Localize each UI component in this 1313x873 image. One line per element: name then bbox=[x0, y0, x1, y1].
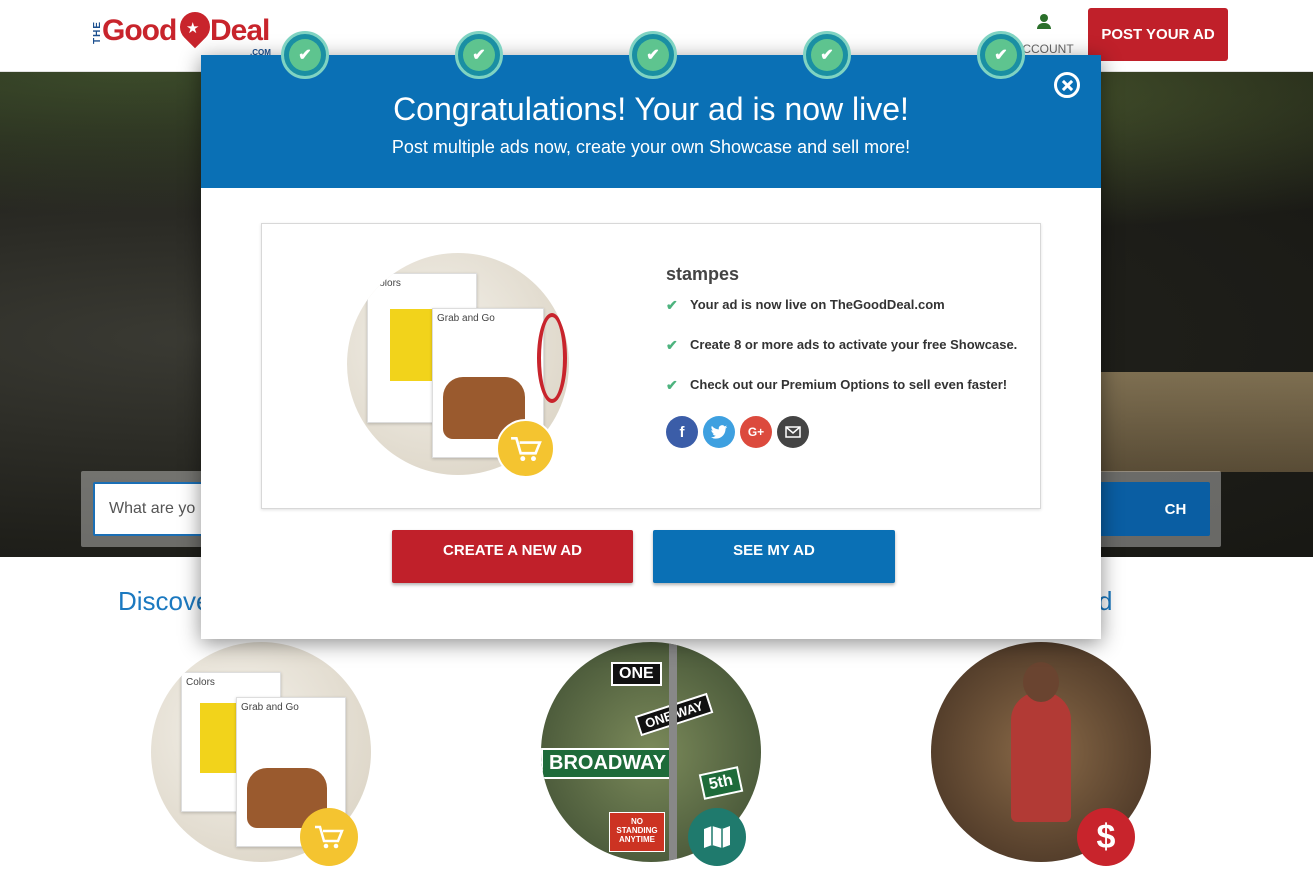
preview-cart-icon bbox=[496, 419, 555, 478]
check-icon: ✔ bbox=[666, 297, 678, 313]
ad-checklist: ✔ Your ad is now live on TheGoodDeal.com … bbox=[666, 296, 1017, 416]
modal-title: Congratulations! Your ad is now live! bbox=[393, 91, 909, 127]
checklist-item: ✔ Create 8 or more ads to activate your f… bbox=[666, 336, 1017, 376]
google-plus-icon[interactable]: G+ bbox=[740, 416, 772, 448]
progress-step-3: ✔ bbox=[629, 31, 677, 79]
step-check-icon: ✔ bbox=[637, 39, 669, 71]
success-modal: Congratulations! Your ad is now live! Po… bbox=[201, 55, 1101, 639]
facebook-icon[interactable]: f bbox=[666, 416, 698, 448]
step-check-icon: ✔ bbox=[463, 39, 495, 71]
modal-subtitle: Post multiple ads now, create your own S… bbox=[391, 137, 911, 157]
create-new-ad-button[interactable]: CREATE A NEW AD bbox=[392, 530, 633, 583]
check-icon: ✔ bbox=[666, 377, 678, 393]
checklist-text: Your ad is now live on TheGoodDeal.com bbox=[690, 297, 945, 312]
share-buttons: f G+ bbox=[666, 416, 809, 448]
progress-step-1: ✔ bbox=[281, 31, 329, 79]
checklist-item: ✔ Check out our Premium Options to sell e… bbox=[666, 376, 1017, 416]
step-check-icon: ✔ bbox=[811, 39, 843, 71]
close-modal-button[interactable] bbox=[1054, 72, 1080, 98]
ad-title: stampes bbox=[666, 264, 740, 284]
check-icon: ✔ bbox=[666, 337, 678, 353]
ad-summary-card: Colors Grab and Go stampes ✔ Your ad is n… bbox=[261, 223, 1041, 509]
preview-bicycle bbox=[537, 313, 567, 403]
step-check-icon: ✔ bbox=[985, 39, 1017, 71]
email-icon[interactable] bbox=[777, 416, 809, 448]
step-check-icon: ✔ bbox=[289, 39, 321, 71]
checklist-text: Check out our Premium Options to sell ev… bbox=[690, 377, 1008, 392]
progress-step-4: ✔ bbox=[803, 31, 851, 79]
checklist-item: ✔ Your ad is now live on TheGoodDeal.com bbox=[666, 296, 1017, 336]
progress-step-5: ✔ bbox=[977, 31, 1025, 79]
see-my-ad-button[interactable]: SEE MY AD bbox=[653, 530, 895, 583]
preview-card-colors-label: Colors bbox=[372, 278, 401, 289]
twitter-icon[interactable] bbox=[703, 416, 735, 448]
preview-card-grab-label: Grab and Go bbox=[437, 313, 495, 324]
checklist-text: Create 8 or more ads to activate your fr… bbox=[690, 337, 1018, 352]
progress-step-2: ✔ bbox=[455, 31, 503, 79]
